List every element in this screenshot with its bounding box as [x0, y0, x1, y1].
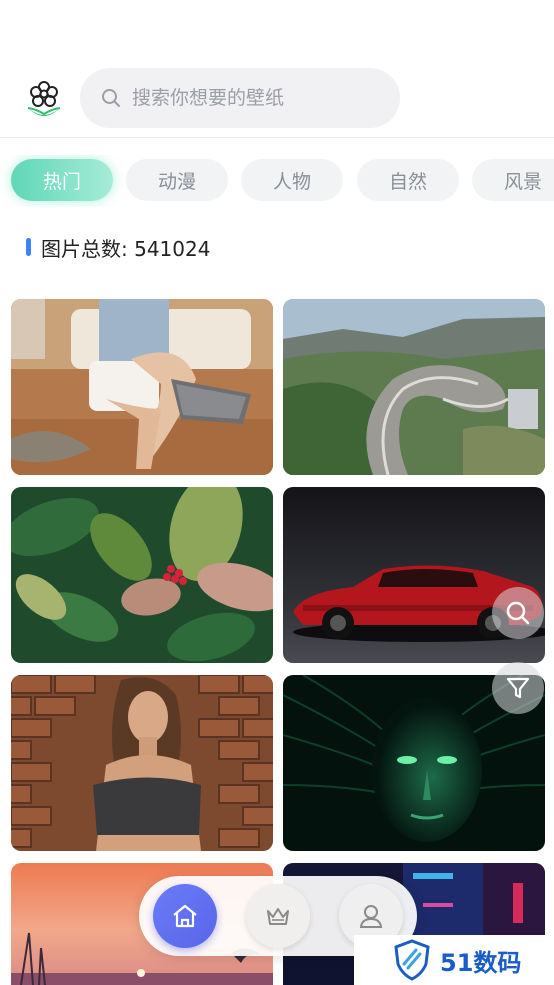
home-icon	[173, 904, 197, 928]
wallpaper-image	[11, 675, 273, 851]
search-input[interactable]	[132, 87, 382, 109]
wallpaper-image	[11, 299, 273, 475]
wallpaper-image	[283, 487, 545, 663]
search-icon	[506, 601, 530, 625]
tab-hot[interactable]: 热门	[11, 159, 113, 201]
search-fab[interactable]	[492, 587, 544, 639]
shield-logo-icon	[394, 939, 430, 981]
wallpaper-tile[interactable]	[11, 675, 273, 851]
tab-anime[interactable]: 动漫	[126, 159, 228, 201]
wallpaper-image	[283, 299, 545, 475]
nav-home-button[interactable]	[153, 884, 217, 948]
category-tabs: 热门 动漫 人物 自然 风景	[0, 155, 554, 207]
search-bar[interactable]	[80, 68, 400, 128]
filter-icon	[506, 677, 530, 699]
image-count: 图片总数: 541024	[26, 232, 210, 262]
image-count-label: 图片总数: 541024	[41, 236, 211, 261]
wallpaper-tile[interactable]	[283, 487, 545, 663]
wallpaper-tile[interactable]	[11, 487, 273, 663]
nav-vip-button[interactable]	[246, 884, 310, 948]
user-icon	[359, 905, 383, 928]
tab-nature[interactable]: 自然	[357, 159, 459, 201]
top-header	[0, 0, 554, 138]
tab-people[interactable]: 人物	[241, 159, 343, 201]
wallpaper-tile[interactable]	[11, 299, 273, 475]
watermark-text: 51数码	[440, 948, 522, 977]
watermark: 51数码	[354, 935, 554, 985]
crown-icon	[267, 908, 289, 925]
wallpaper-tile[interactable]	[283, 299, 545, 475]
search-icon	[102, 89, 120, 107]
tab-scenery[interactable]: 风景	[472, 159, 554, 201]
wallpaper-image	[11, 487, 273, 663]
count-accent-bar	[26, 238, 31, 256]
filter-fab[interactable]	[492, 662, 544, 714]
flower-logo-icon[interactable]	[24, 78, 64, 120]
